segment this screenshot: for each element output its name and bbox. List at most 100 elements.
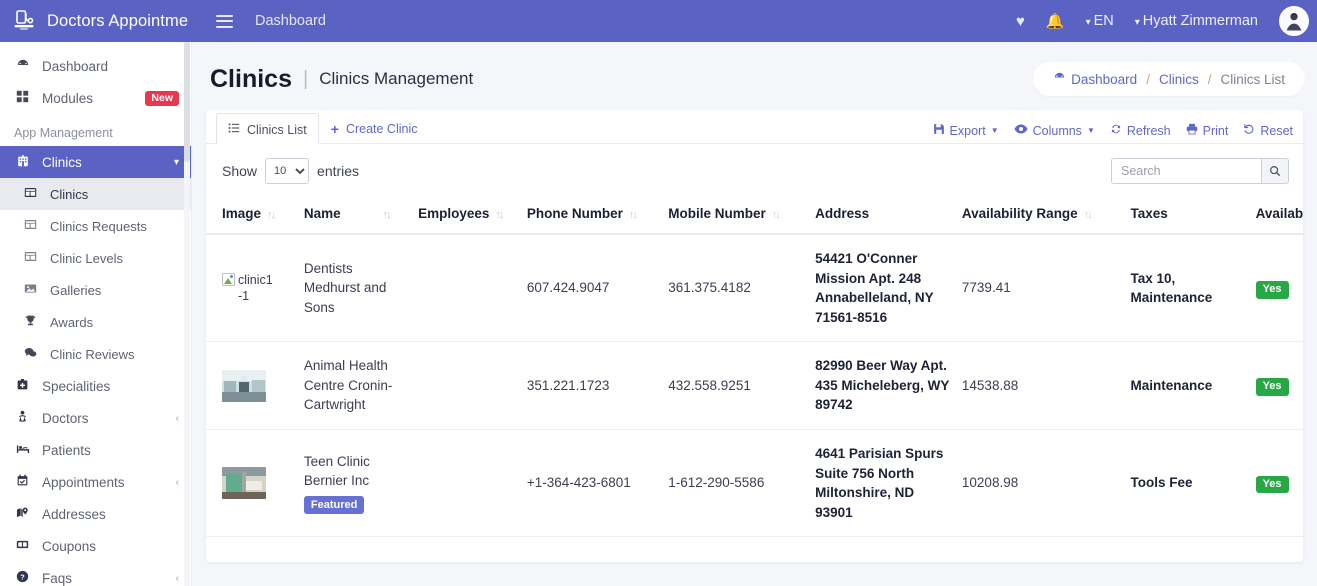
sidebar-item-clinics[interactable]: Clinics — [0, 178, 191, 210]
avatar[interactable] — [1279, 6, 1309, 36]
clinic-thumbnail[interactable] — [222, 467, 296, 500]
sidebar-scrollbar[interactable] — [184, 42, 190, 586]
reset-button[interactable]: Reset — [1243, 123, 1293, 138]
sort-icon: ↑↓ — [495, 209, 504, 221]
search-input[interactable] — [1111, 158, 1261, 184]
table-header-row: Image ↑↓ Name ↑↓ Employees ↑↓ Phone Number ↑… — [206, 194, 1303, 235]
tab-create-clinic[interactable]: + Create Clinic — [319, 112, 430, 144]
comment-icon — [22, 346, 39, 362]
sidebar-item-clinic-reviews[interactable]: Clinic Reviews — [0, 338, 191, 370]
table-scroll[interactable]: Image ↑↓ Name ↑↓ Employees ↑↓ Phone Number ↑… — [206, 194, 1303, 538]
sidebar-item-clinics-requests[interactable]: Clinics Requests — [0, 210, 191, 242]
clinic-name: Animal Health Centre Cronin-Cartwright — [303, 358, 393, 413]
calendar-check-icon — [14, 474, 31, 490]
cell-mobile: 361.375.4182 — [668, 234, 816, 343]
table-body: clinic1-1 Dentists Medhurst and Sons 607… — [206, 234, 1303, 538]
breadcrumb-clinics[interactable]: Clinics — [1159, 72, 1199, 87]
sidebar-item-label: Clinics Requests — [50, 218, 147, 234]
broken-image-placeholder: clinic1-1 — [222, 272, 274, 305]
cell-image — [206, 429, 304, 538]
sidebar-item-coupons[interactable]: Coupons — [0, 530, 191, 562]
hamburger-icon[interactable] — [216, 14, 233, 28]
cell-available: Yes — [1255, 429, 1303, 538]
print-label: Print — [1202, 123, 1229, 138]
cell-name: Animal Health Centre Cronin-Cartwright — [303, 341, 419, 430]
entries-label: entries — [317, 163, 360, 179]
medical-device-icon — [12, 8, 38, 34]
svg-text:?: ? — [20, 573, 25, 582]
table-row[interactable]: Teen Clinic Bernier Inc Featured +1-364-… — [206, 429, 1303, 538]
sidebar-item-specialities[interactable]: Specialities — [0, 370, 191, 402]
columns-button[interactable]: Columns ▼ — [1014, 123, 1095, 138]
sidebar-item-dashboard[interactable]: Dashboard — [0, 50, 191, 82]
breadcrumb-current: Clinics List — [1220, 71, 1285, 87]
cell-availability: 7739.41 — [961, 234, 1131, 343]
image-icon — [22, 282, 39, 298]
table-row[interactable]: Animal Health Centre Cronin-Cartwright 3… — [206, 341, 1303, 430]
print-icon — [1186, 123, 1198, 138]
table-icon — [22, 186, 39, 202]
eye-icon — [1014, 123, 1028, 138]
cell-taxes: Maintenance — [1130, 341, 1256, 430]
bell-icon[interactable]: 🔔 — [1046, 14, 1065, 29]
sidebar-item-label: Awards — [50, 314, 94, 330]
search-control — [1111, 158, 1289, 184]
refresh-button[interactable]: Refresh — [1110, 123, 1171, 138]
column-employees[interactable]: Employees ↑↓ — [418, 194, 527, 235]
sidebar-item-appointments[interactable]: Appointments ‹ — [0, 466, 191, 498]
sidebar-item-galleries[interactable]: Galleries — [0, 274, 191, 306]
column-taxes[interactable]: Taxes — [1130, 194, 1256, 235]
chevron-down-icon: ▾ — [1134, 16, 1140, 28]
column-address[interactable]: Address — [815, 194, 962, 235]
caret-down-icon: ▼ — [990, 126, 999, 135]
sidebar-item-awards[interactable]: Awards — [0, 306, 191, 338]
column-image[interactable]: Image ↑↓ — [206, 194, 304, 235]
table-row[interactable]: clinic1-1 Dentists Medhurst and Sons 607… — [206, 234, 1303, 343]
dashboard-icon — [14, 58, 31, 75]
sidebar-item-label: Modules — [42, 90, 94, 106]
sort-icon: ↑↓ — [771, 209, 781, 221]
breadcrumb-dashboard[interactable]: Dashboard — [1053, 71, 1137, 87]
search-button[interactable] — [1261, 158, 1289, 184]
sidebar-scroll: Dashboard Modules New App Management Cli… — [0, 42, 191, 586]
sidebar-item-faqs[interactable]: ? Faqs ‹ — [0, 562, 191, 586]
user-menu[interactable]: ▾ Hyatt Zimmerman — [1135, 13, 1258, 29]
column-mobile-number[interactable]: Mobile Number ↑↓ — [668, 194, 816, 235]
export-button[interactable]: Export ▼ — [933, 123, 999, 138]
column-phone-number[interactable]: Phone Number ↑↓ — [526, 194, 669, 235]
heart-icon[interactable]: ♥ — [1016, 14, 1025, 29]
column-label: Available — [1255, 206, 1303, 221]
cell-name: Teen Clinic Bernier Inc Featured — [303, 429, 419, 538]
sidebar-item-modules[interactable]: Modules New — [0, 82, 191, 114]
column-name[interactable]: Name ↑↓ — [303, 194, 419, 235]
sidebar-item-label: Clinics — [42, 154, 82, 170]
sidebar-item-patients[interactable]: Patients — [0, 434, 191, 466]
sidebar-item-doctors[interactable]: Doctors ‹ — [0, 402, 191, 434]
top-navbar: Doctors Appointme Dashboard ♥ 🔔 ▾ EN ▾ H… — [0, 0, 1317, 42]
sidebar-item-label: Galleries — [50, 282, 102, 298]
trophy-icon — [22, 314, 39, 330]
language-selector[interactable]: ▾ EN — [1086, 13, 1114, 29]
sort-icon: ↑↓ — [267, 209, 276, 221]
page-header: Clinics | Clinics Management Dashboard /… — [192, 42, 1317, 110]
cell-address: 4641 Parisian Spurs Suite 756 North Milt… — [815, 429, 962, 538]
sort-icon: ↑↓ — [628, 209, 638, 221]
clinic-photo — [222, 467, 266, 500]
sidebar-item-clinics-group[interactable]: Clinics ▾ — [0, 146, 191, 178]
clinic-thumbnail[interactable] — [222, 369, 296, 402]
cell-availability: 14538.88 — [961, 341, 1131, 430]
sidebar-item-label: Dashboard — [42, 58, 109, 74]
topbar-right: ♥ 🔔 ▾ EN ▾ Hyatt Zimmerman — [1016, 6, 1317, 36]
sidebar-section-title: App Management — [14, 126, 113, 140]
sidebar-item-clinic-levels[interactable]: Clinic Levels — [0, 242, 191, 274]
tab-label: Clinics List — [247, 122, 307, 137]
tab-clinics-list[interactable]: Clinics List — [216, 113, 319, 144]
brand[interactable]: Doctors Appointme — [0, 0, 200, 42]
entries-select[interactable]: 102550100 — [265, 158, 310, 184]
column-availability-range[interactable]: Availability Range ↑↓ — [961, 194, 1131, 235]
sidebar-item-addresses[interactable]: Addresses — [0, 498, 191, 530]
cell-availability: 10208.98 — [961, 429, 1131, 538]
column-available[interactable]: Available↑↓ — [1255, 194, 1303, 235]
print-button[interactable]: Print — [1186, 123, 1229, 138]
cell-mobile: 1-612-290-5586 — [668, 429, 816, 538]
